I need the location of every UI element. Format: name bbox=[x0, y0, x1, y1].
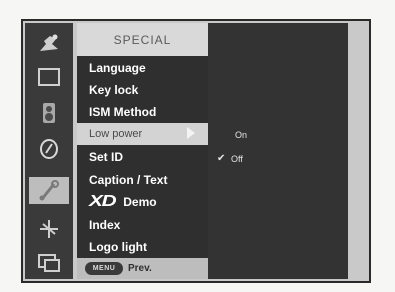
menu-item-label: Index bbox=[89, 218, 121, 232]
picture-category[interactable] bbox=[29, 29, 69, 56]
option-off[interactable]: Off bbox=[231, 154, 243, 164]
screen-icon bbox=[38, 67, 60, 86]
pip-icon bbox=[38, 253, 60, 272]
special-menu: SPECIAL Language Key lock ISM Method Low… bbox=[77, 23, 208, 279]
menu-item-ism-method[interactable]: ISM Method bbox=[89, 101, 204, 123]
arrow-right-icon bbox=[187, 127, 195, 139]
menu-item-label: Logo light bbox=[89, 240, 147, 254]
menu-item-label: Demo bbox=[123, 195, 157, 209]
menu-item-key-lock[interactable]: Key lock bbox=[89, 79, 204, 101]
pip-category[interactable] bbox=[29, 249, 69, 276]
menu-item-label: ISM Method bbox=[89, 105, 157, 119]
menu-item-low-power[interactable]: Low power bbox=[77, 123, 208, 145]
menu-title: SPECIAL bbox=[77, 23, 208, 56]
prev-label: Prev. bbox=[128, 263, 152, 274]
menu-item-index[interactable]: Index bbox=[89, 214, 204, 236]
time-category[interactable] bbox=[29, 135, 69, 162]
category-sidebar bbox=[25, 23, 73, 279]
menu-item-label: Language bbox=[89, 61, 146, 75]
option-on[interactable]: On bbox=[235, 130, 247, 140]
special-category[interactable] bbox=[29, 177, 69, 204]
setup-icon bbox=[40, 219, 58, 238]
menu-item-set-id[interactable]: Set ID bbox=[89, 146, 204, 168]
audio-category[interactable] bbox=[29, 99, 69, 126]
low-power-submenu: On ✔ Off bbox=[208, 23, 348, 279]
xd-logo: XD bbox=[89, 193, 117, 210]
menu-item-caption-text[interactable]: Caption / Text bbox=[89, 169, 204, 191]
picture-icon bbox=[40, 34, 58, 51]
check-icon: ✔ bbox=[217, 153, 226, 164]
menu-item-label: Low power bbox=[89, 128, 143, 140]
screen-category[interactable] bbox=[29, 63, 69, 90]
special-icon bbox=[39, 179, 59, 200]
menu-item-language[interactable]: Language bbox=[89, 57, 204, 79]
menu-item-label: Key lock bbox=[89, 83, 139, 97]
menu-footer: MENU Prev. bbox=[77, 258, 208, 279]
setup-category[interactable] bbox=[29, 215, 69, 242]
time-icon bbox=[40, 138, 58, 159]
menu-button[interactable]: MENU bbox=[85, 262, 123, 275]
menu-item-label: Set ID bbox=[89, 150, 124, 164]
menu-item-label: Caption / Text bbox=[89, 173, 168, 187]
menu-item-xd-demo[interactable]: XD Demo bbox=[89, 191, 204, 213]
menu-item-logo-light[interactable]: Logo light bbox=[89, 236, 204, 258]
audio-icon bbox=[43, 102, 55, 123]
